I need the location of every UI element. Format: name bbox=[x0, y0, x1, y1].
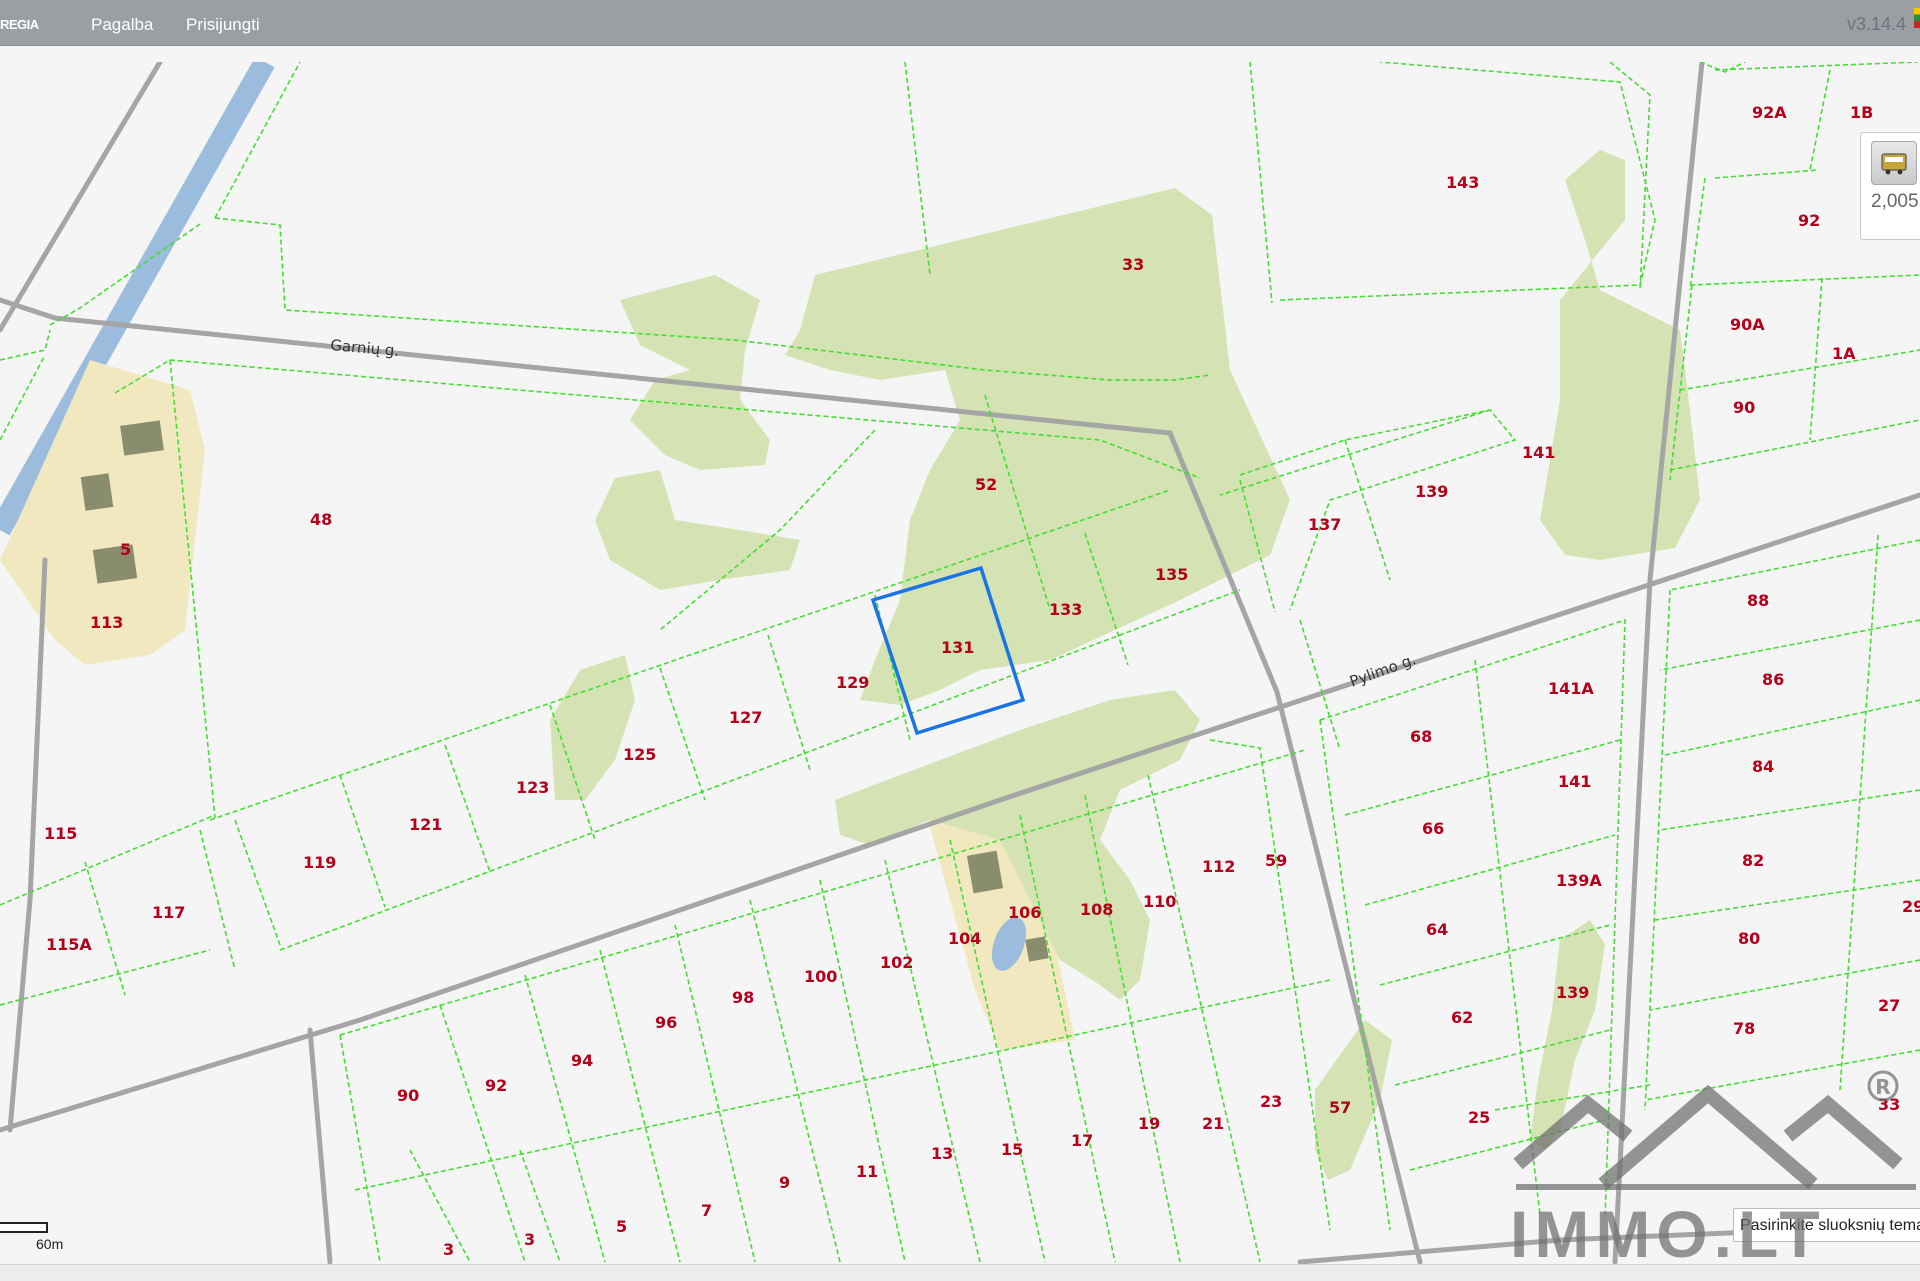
layer-toggle-button[interactable] bbox=[1871, 141, 1917, 185]
parcel-label[interactable]: 113 bbox=[90, 613, 123, 632]
app-brand: REGIA bbox=[0, 17, 39, 32]
parcel-label[interactable]: 106 bbox=[1008, 903, 1041, 922]
parcel-label[interactable]: 82 bbox=[1742, 851, 1764, 870]
street-label: Pylimo g. bbox=[1347, 650, 1418, 691]
parcel-label[interactable]: 15 bbox=[1001, 1140, 1023, 1159]
parcel-label[interactable]: 5 bbox=[616, 1217, 627, 1236]
parcel-label[interactable]: 123 bbox=[516, 778, 549, 797]
layer-value: 2,005 bbox=[1871, 191, 1919, 212]
street-label: Garnių g. bbox=[330, 336, 400, 360]
parcel-label[interactable]: 1B bbox=[1850, 103, 1873, 122]
parcel-label[interactable]: 117 bbox=[152, 903, 185, 922]
parcel-label[interactable]: 17 bbox=[1071, 1131, 1093, 1150]
parcel-label[interactable]: 84 bbox=[1752, 757, 1774, 776]
parcel-label[interactable]: 141 bbox=[1558, 772, 1591, 791]
parcel-label[interactable]: 131 bbox=[941, 638, 974, 657]
parcel-label[interactable]: 143 bbox=[1446, 173, 1479, 192]
parcel-label[interactable]: 33 bbox=[1122, 255, 1144, 274]
parcel-label[interactable]: 135 bbox=[1155, 565, 1188, 584]
parcel-label[interactable]: 115 bbox=[44, 824, 77, 843]
parcel-label[interactable]: 139A bbox=[1556, 871, 1602, 890]
parcel-label[interactable]: 62 bbox=[1451, 1008, 1473, 1027]
parcel-label[interactable]: 68 bbox=[1410, 727, 1432, 746]
parcel-label[interactable]: 90A bbox=[1730, 315, 1765, 334]
parcel-label[interactable]: 129 bbox=[836, 673, 869, 692]
lithuania-flag-icon[interactable] bbox=[1914, 8, 1920, 28]
svg-text:R: R bbox=[1875, 1075, 1890, 1099]
parcel-label[interactable]: 104 bbox=[948, 929, 981, 948]
parcel-label[interactable]: 23 bbox=[1260, 1092, 1282, 1111]
parcel-label[interactable]: 92A bbox=[1752, 103, 1787, 122]
parcel-label[interactable]: 92 bbox=[1798, 211, 1820, 230]
parcel-label[interactable]: 96 bbox=[655, 1013, 677, 1032]
parcel-label[interactable]: 133 bbox=[1049, 600, 1082, 619]
parcel-label[interactable]: 59 bbox=[1265, 851, 1287, 870]
nav-login[interactable]: Prisijungti bbox=[186, 15, 260, 35]
parcel-label[interactable]: 141A bbox=[1548, 679, 1594, 698]
parcel-label[interactable]: 80 bbox=[1738, 929, 1760, 948]
parcel-label[interactable]: 110 bbox=[1143, 892, 1176, 911]
parcel-label[interactable]: 88 bbox=[1747, 591, 1769, 610]
nav-help[interactable]: Pagalba bbox=[91, 15, 153, 35]
parcel-label[interactable]: 29 bbox=[1902, 897, 1920, 916]
scale-bar: 60m bbox=[0, 1222, 63, 1252]
bus-icon bbox=[1881, 153, 1907, 175]
parcel-label[interactable]: 66 bbox=[1422, 819, 1444, 838]
parcel-label[interactable]: 125 bbox=[623, 745, 656, 764]
parcel-label[interactable]: 78 bbox=[1733, 1019, 1755, 1038]
app-version: v3.14.4 bbox=[1846, 14, 1906, 34]
scale-label: 60m bbox=[36, 1236, 64, 1252]
parcel-label[interactable]: 3 bbox=[443, 1240, 454, 1259]
parcel-label[interactable]: 21 bbox=[1202, 1114, 1224, 1133]
parcel-label[interactable]: 25 bbox=[1468, 1108, 1490, 1127]
layer-widget: 2,005 bbox=[1860, 132, 1920, 240]
parcel-label[interactable]: 98 bbox=[732, 988, 754, 1007]
bottom-bar bbox=[0, 1264, 1920, 1281]
parcel-label[interactable]: 141 bbox=[1522, 443, 1555, 462]
parcel-label[interactable]: 19 bbox=[1138, 1114, 1160, 1133]
parcel-label[interactable]: 119 bbox=[303, 853, 336, 872]
parcel-label[interactable]: 90 bbox=[1733, 398, 1755, 417]
parcel-label[interactable]: 100 bbox=[804, 967, 837, 986]
parcel-label[interactable]: 13 bbox=[931, 1144, 953, 1163]
parcel-label[interactable]: 127 bbox=[729, 708, 762, 727]
parcel-label[interactable]: 57 bbox=[1329, 1098, 1351, 1117]
parcel-label[interactable]: 5 bbox=[120, 540, 131, 559]
parcel-label[interactable]: 1A bbox=[1832, 344, 1856, 363]
parcel-label[interactable]: 27 bbox=[1878, 996, 1900, 1015]
parcel-label[interactable]: 7 bbox=[701, 1201, 712, 1220]
parcel-label[interactable]: 108 bbox=[1080, 900, 1113, 919]
scale-bar-graphic bbox=[0, 1222, 48, 1233]
parcel-label[interactable]: 139 bbox=[1556, 983, 1589, 1002]
forest-areas bbox=[550, 150, 1700, 1180]
parcel-label[interactable]: 139 bbox=[1415, 482, 1448, 501]
parcel-label[interactable]: 102 bbox=[880, 953, 913, 972]
parcel-label[interactable]: 115A bbox=[46, 935, 92, 954]
watermark-text: IMMO.LT bbox=[1510, 1197, 1826, 1271]
parcel-label[interactable]: 121 bbox=[409, 815, 442, 834]
parcel-label[interactable]: 86 bbox=[1762, 670, 1784, 689]
top-bar: REGIA Pagalba Prisijungti v3.14.4 bbox=[0, 0, 1920, 46]
parcel-label[interactable]: 64 bbox=[1426, 920, 1448, 939]
parcel-label[interactable]: 92 bbox=[485, 1076, 507, 1095]
parcel-label[interactable]: 3 bbox=[524, 1230, 535, 1249]
parcel-label[interactable]: 112 bbox=[1202, 857, 1235, 876]
parcel-label[interactable]: 137 bbox=[1308, 515, 1341, 534]
parcel-label[interactable]: 94 bbox=[571, 1051, 593, 1070]
parcel-label[interactable]: 11 bbox=[856, 1162, 878, 1181]
parcel-label[interactable]: 90 bbox=[397, 1086, 419, 1105]
parcel-label[interactable]: 9 bbox=[779, 1173, 790, 1192]
parcel-label[interactable]: 52 bbox=[975, 475, 997, 494]
parcel-label[interactable]: 48 bbox=[310, 510, 332, 529]
